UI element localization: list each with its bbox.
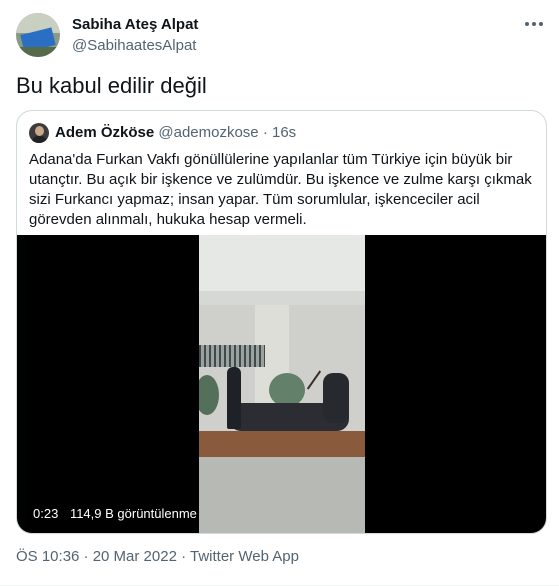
tweet-meta: ÖS 10:36 · 20 Mar 2022 · Twitter Web App — [16, 548, 299, 565]
video-frame — [199, 235, 365, 533]
quoted-avatar[interactable] — [29, 123, 49, 143]
quoted-separator: · — [262, 124, 268, 141]
tweet: Sabiha Ateş Alpat @SabihaatesAlpat Bu ka… — [0, 0, 559, 586]
quoted-time[interactable]: 16s — [272, 124, 296, 141]
video-stats: 0:23 114,9 B görüntülenme — [33, 506, 197, 521]
author-display-name[interactable]: Sabiha Ateş Alpat — [72, 16, 198, 33]
quoted-tweet[interactable]: Adem Özköse @ademozkose · 16s Adana'da F… — [16, 110, 547, 534]
tweet-text: Bu kabul edilir değil — [16, 73, 207, 98]
tweet-timestamp[interactable]: ÖS 10:36 · 20 Mar 2022 — [16, 548, 177, 565]
video-views: 114,9 B görüntülenme — [69, 506, 197, 521]
meta-separator: · — [176, 548, 190, 565]
more-options-icon[interactable] — [522, 14, 546, 34]
author-handle[interactable]: @SabihaatesAlpat — [72, 37, 196, 54]
quoted-handle[interactable]: @ademozkose — [158, 124, 258, 141]
quoted-header: Adem Özköse @ademozkose · 16s — [55, 124, 296, 141]
quoted-display-name[interactable]: Adem Özköse — [55, 124, 154, 141]
tweet-source[interactable]: Twitter Web App — [190, 548, 299, 565]
video-player[interactable]: 0:23 114,9 B görüntülenme — [17, 235, 546, 533]
quoted-text: Adana'da Furkan Vakfı gönüllülerine yapı… — [29, 151, 532, 228]
avatar[interactable] — [16, 13, 60, 57]
video-duration: 0:23 — [33, 506, 59, 521]
